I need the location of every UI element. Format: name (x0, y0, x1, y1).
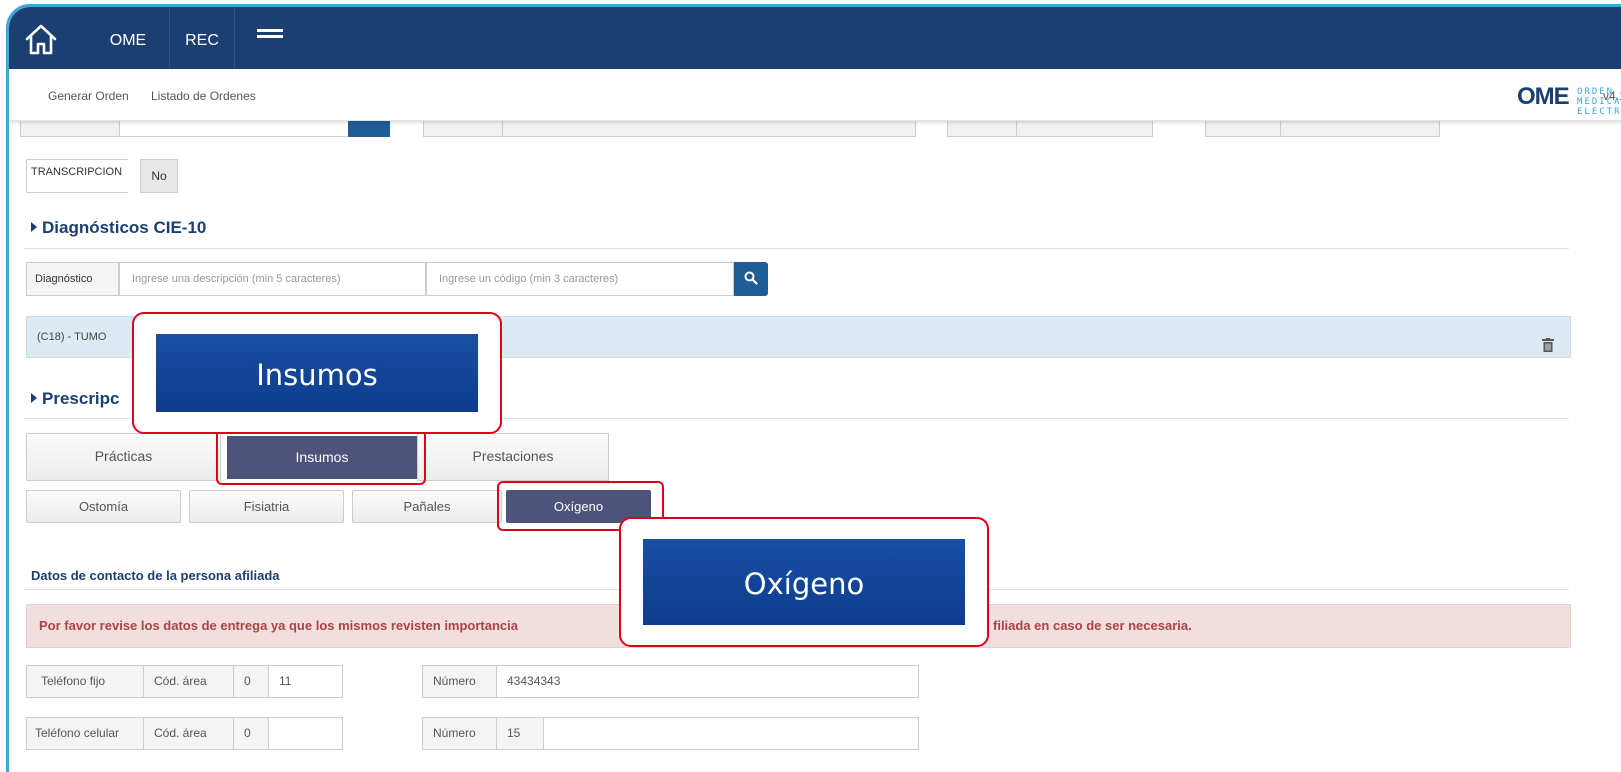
callout-oxigeno-label: Oxígeno (643, 539, 965, 625)
divider (24, 248, 1569, 249)
version-label: v4.10.38 (1603, 89, 1621, 103)
top-navbar: OME REC ⚙ (9, 7, 1621, 69)
subtab-ostomia[interactable]: Ostomía (26, 490, 181, 523)
caret-right-icon (31, 222, 37, 232)
area-input[interactable] (268, 717, 343, 750)
cod-area-label: Cód. área (143, 717, 234, 750)
diagnostico-code-input[interactable]: Ingrese un código (min 3 caracteres) (426, 262, 734, 296)
telefono-celular-label: Teléfono celular (26, 717, 144, 750)
tab-prestaciones[interactable]: Prestaciones (417, 433, 609, 481)
diagnostico-label: Diagnóstico (26, 262, 119, 296)
prescripcion-title: Prescripc (31, 389, 120, 409)
search-icon (744, 271, 758, 285)
highlight-insumos (216, 429, 426, 485)
brand-subtitle-line2: ELECTRONICA (1577, 107, 1621, 117)
nav-ome[interactable]: OME (93, 7, 163, 69)
app-window: OME REC ⚙ Generar Orden Listado de Orden… (6, 4, 1621, 772)
cod-area-label: Cód. área (143, 665, 234, 698)
numero-label: Número (422, 665, 497, 698)
contacto-title: Datos de contacto de la persona afiliada (31, 568, 280, 583)
numero-input[interactable] (543, 717, 919, 750)
telefono-fijo-label: Teléfono fijo (26, 665, 144, 698)
home-icon[interactable] (21, 19, 61, 59)
brand-logo-text: OME (1517, 83, 1570, 110)
link-listado-ordenes[interactable]: Listado de Ordenes (151, 89, 256, 103)
transcripcion-toggle[interactable]: No (140, 159, 178, 193)
diagnostico-search-button[interactable] (734, 262, 768, 296)
diagnosticos-title: Diagnósticos CIE-10 (31, 218, 206, 238)
link-generar-orden[interactable]: Generar Orden (48, 89, 129, 103)
numero-prefix: 15 (496, 717, 544, 750)
diagnostico-description-input[interactable]: Ingrese una descripción (min 5 caractere… (119, 262, 426, 296)
caret-right-icon (31, 393, 37, 403)
callout-insumos: Insumos (132, 312, 502, 434)
subtab-fisiatria[interactable]: Fisiatria (189, 490, 344, 523)
diagnostico-selected-text: (C18) - TUMO (37, 331, 107, 343)
alert-text-part1: Por favor revise los datos de entrega ya… (39, 618, 519, 633)
subtab-panales[interactable]: Pañales (352, 490, 502, 523)
area-prefix: 0 (233, 665, 269, 698)
transcripcion-label: TRANSCRIPCION (26, 159, 129, 193)
numero-label: Número (422, 717, 497, 750)
alert-text-part2: filiada en caso de ser necesaria. (993, 618, 1192, 633)
tab-practicas[interactable]: Prácticas (26, 433, 221, 481)
callout-oxigeno: Oxígeno (619, 517, 989, 647)
sub-navbar: Generar Orden Listado de Ordenes OME ORD… (9, 69, 1621, 121)
area-input[interactable]: 11 (268, 665, 343, 698)
numero-input[interactable]: 43434343 (496, 665, 919, 698)
callout-insumos-label: Insumos (156, 334, 478, 412)
hamburger-icon[interactable] (257, 29, 283, 45)
trash-icon[interactable] (1542, 329, 1554, 352)
nav-rec[interactable]: REC (169, 7, 235, 69)
area-prefix: 0 (233, 717, 269, 750)
